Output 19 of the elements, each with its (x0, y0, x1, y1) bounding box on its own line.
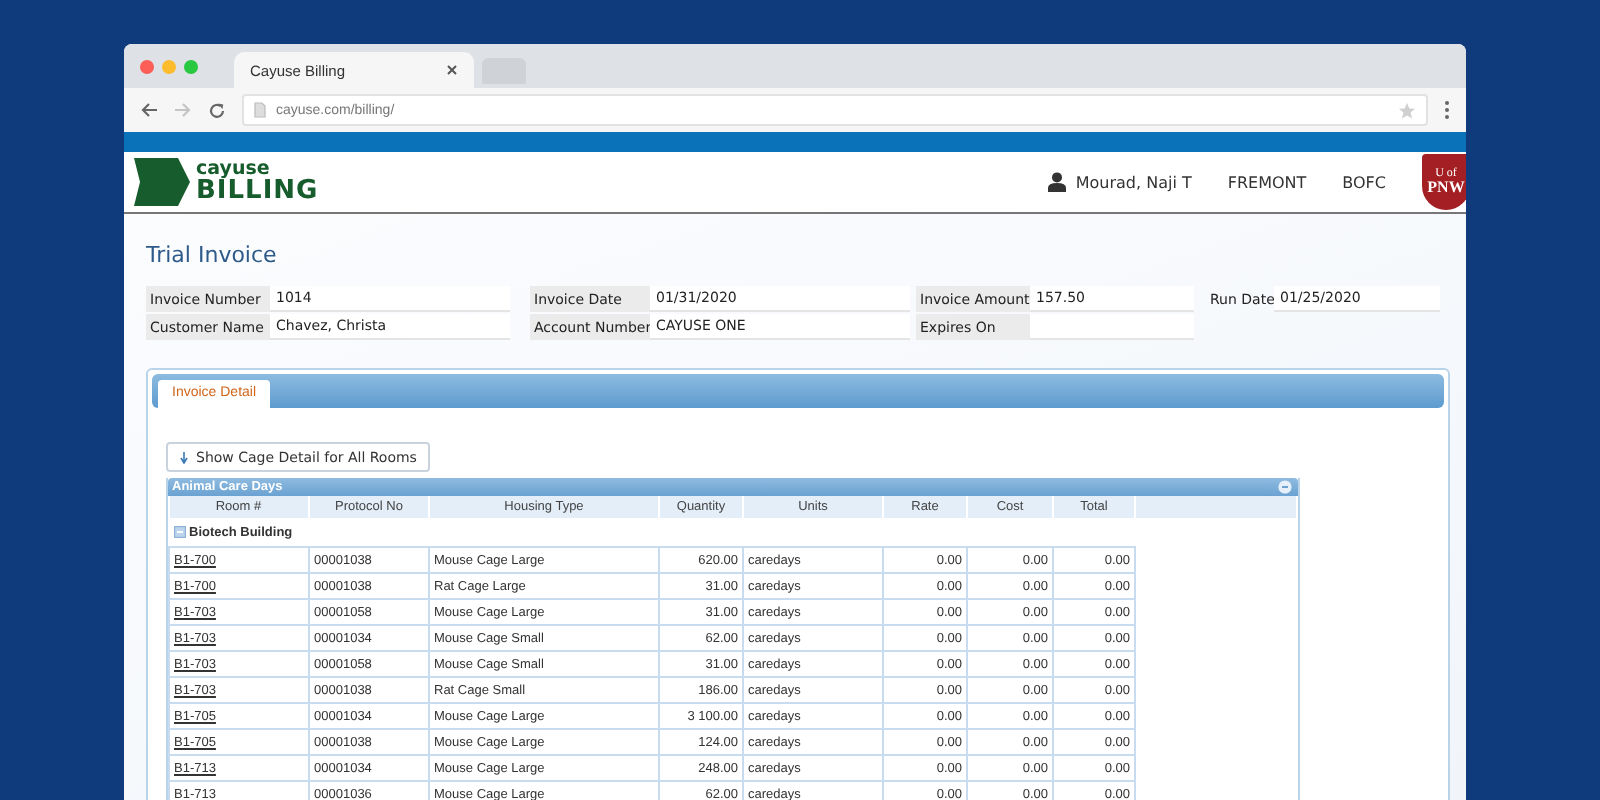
collapse-toggle-icon[interactable] (173, 526, 185, 538)
logo-mark-icon (134, 158, 190, 206)
logo-title: BILLING (196, 178, 319, 205)
user-icon (1047, 172, 1066, 192)
location-link[interactable]: FREMONT (1227, 173, 1307, 191)
collapse-icon[interactable] (1278, 480, 1292, 494)
back-icon[interactable] (140, 102, 158, 118)
star-icon[interactable] (1398, 101, 1416, 119)
org-link[interactable]: BOFC (1342, 173, 1386, 191)
reload-icon[interactable] (208, 101, 226, 119)
forward-icon[interactable] (174, 102, 192, 118)
page-title: Trial Invoice (146, 240, 279, 270)
logo-text: cayuse (196, 159, 270, 179)
menu-icon[interactable] (1444, 100, 1450, 120)
user-name[interactable]: Mourad, Naji T (1075, 173, 1192, 191)
close-icon[interactable] (446, 64, 458, 76)
arrow-down-icon (180, 451, 188, 463)
page-icon (254, 102, 266, 118)
shield-text: PNW (1427, 180, 1465, 196)
